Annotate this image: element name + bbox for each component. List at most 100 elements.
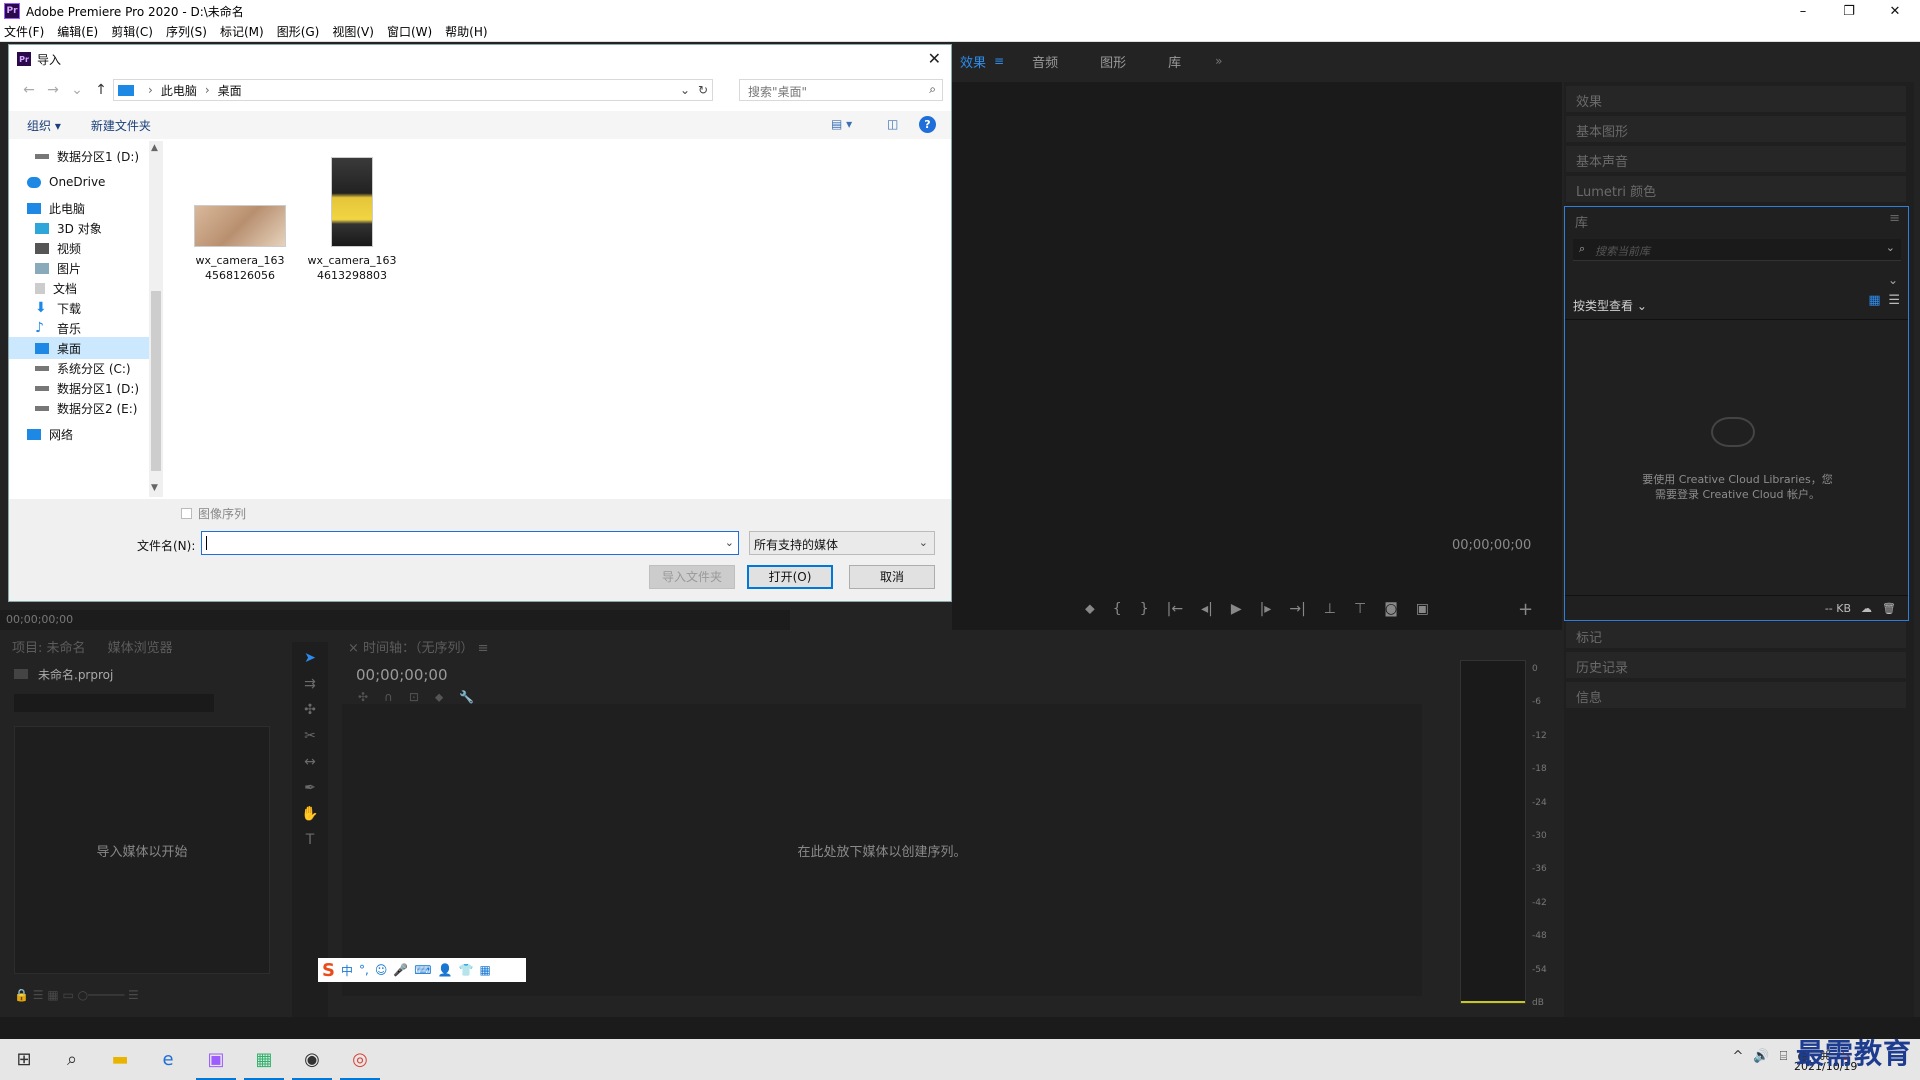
panel-lumetri-color[interactable]: Lumetri 颜色 [1566,176,1906,202]
dialog-search-input[interactable]: 搜索"桌面" ⌕ [739,79,943,101]
menu-icon[interactable]: ≡ [994,54,1004,68]
close-window-button[interactable]: ✕ [1872,0,1918,22]
extract-icon[interactable]: ⊤ [1354,601,1366,617]
project-search-input[interactable] [14,694,214,712]
play-icon[interactable]: ▶ [1231,601,1242,617]
search-icon[interactable]: ⌕ [48,1039,96,1080]
step-back-icon[interactable]: ◂| [1201,601,1213,617]
nav-music[interactable]: ♪ 音乐 [9,317,149,339]
tab-project[interactable]: 项目: 未命名 [12,641,86,656]
panel-info[interactable]: 信息 [1566,682,1906,708]
ripple-edit-tool-icon[interactable]: ✣ [304,702,316,718]
nav-scrollbar[interactable]: ▲ ▼ [149,141,163,497]
new-folder-button[interactable]: 新建文件夹 [91,117,151,134]
open-button[interactable]: 打开(O) [747,565,833,589]
nav-documents[interactable]: 文档 [9,277,149,299]
chrome-icon[interactable]: ◎ [336,1039,384,1080]
filetype-select[interactable]: 所有支持的媒体 ⌄ [749,531,935,555]
type-tool-icon[interactable]: T [306,832,315,848]
chevron-up-icon[interactable]: ^ [1732,1049,1743,1064]
menu-clip[interactable]: 剪辑(C) [111,23,153,40]
tab-graphics[interactable]: 图形 [1100,52,1126,71]
emoji-icon[interactable]: ☺ [375,963,388,977]
breadcrumb-desktop[interactable]: 桌面 [218,82,242,99]
sogou-icon[interactable]: S [322,960,335,981]
nav-drive-e[interactable]: 数据分区2 (E:) [9,397,149,419]
breadcrumb-this-pc[interactable]: 此电脑 [161,82,197,99]
mark-in-icon[interactable]: { [1113,601,1122,617]
nav-desktop[interactable]: 桌面 [9,337,149,359]
premiere-taskbar-icon[interactable]: ▣ [192,1039,240,1080]
address-bar[interactable]: › 此电脑 › 桌面 ⌄ ↻ [113,79,713,101]
menu-file[interactable]: 文件(F) [4,23,44,40]
preview-pane-icon[interactable]: ◫ [887,117,898,131]
edge-icon[interactable]: e [144,1039,192,1080]
tab-effects[interactable]: 效果 [960,52,986,71]
pen-tool-icon[interactable]: ✒ [304,780,316,796]
toolbox-icon[interactable]: ▦ [480,963,491,977]
view-by-type-dropdown[interactable]: 按类型查看 ⌄ [1573,297,1647,314]
user-icon[interactable]: 👤 [438,963,453,977]
punctuation-icon[interactable]: °, [359,963,369,977]
track-select-tool-icon[interactable]: ⇉ [304,676,316,692]
forward-icon[interactable]: → [41,82,65,98]
minimize-button[interactable]: – [1780,0,1826,22]
menu-graphics[interactable]: 图形(G) [277,23,320,40]
nav-drive-d[interactable]: 数据分区1 (D:) [9,377,149,399]
tab-audio[interactable]: 音频 [1032,52,1058,71]
menu-view[interactable]: 视图(V) [332,23,374,40]
project-drop-area[interactable]: 导入媒体以开始 [14,726,270,974]
timeline-timecode[interactable]: 00;00;00;00 [356,666,448,684]
image-sequence-checkbox[interactable]: 图像序列 [181,505,246,522]
keyboard-icon[interactable]: ⌨ [414,963,431,977]
change-view-icon[interactable]: ▤ ▾ [831,117,852,131]
chevron-down-icon[interactable]: ⌄ [680,83,690,97]
slip-tool-icon[interactable]: ↔ [304,754,316,770]
cloud-sync-icon[interactable]: ☁ [1861,602,1872,615]
import-folder-button[interactable]: 导入文件夹 [649,565,735,589]
menu-marker[interactable]: 标记(M) [220,23,264,40]
nav-drive-d-top[interactable]: 数据分区1 (D:) [9,145,149,167]
nav-network[interactable]: 网络 [9,423,149,445]
qq-icon[interactable]: ◉ [288,1039,336,1080]
app-taskbar-icon[interactable]: ▦ [240,1039,288,1080]
razor-tool-icon[interactable]: ✂ [304,728,316,744]
panel-markers[interactable]: 标记 [1566,622,1906,648]
lift-icon[interactable]: ⊥ [1324,601,1336,617]
menu-sequence[interactable]: 序列(S) [166,23,207,40]
organize-button[interactable]: 组织 ▾ [27,117,61,134]
library-search-input[interactable]: ⌕ 搜索当前库 ⌄ [1573,239,1901,261]
file-item[interactable]: wx_camera_163 4613298803 [297,149,407,283]
refresh-icon[interactable]: ↻ [698,83,708,97]
panel-essential-sound[interactable]: 基本声音 [1566,146,1906,172]
network-icon[interactable]: ⌸ [1780,1049,1788,1064]
compare-view-icon[interactable]: ▣ [1416,601,1429,617]
file-item[interactable]: wx_camera_163 4568126056 [185,149,295,283]
filename-input[interactable]: ⌄ [201,531,739,555]
mic-icon[interactable]: 🎤 [393,963,408,977]
add-marker-icon[interactable]: ⬥ [1085,601,1095,617]
nav-this-pc[interactable]: 此电脑 [9,197,149,219]
maximize-button[interactable]: ❐ [1826,0,1872,22]
menu-edit[interactable]: 编辑(E) [57,23,98,40]
nav-onedrive[interactable]: OneDrive [9,171,149,193]
panel-history[interactable]: 历史记录 [1566,652,1906,678]
dialog-close-button[interactable]: ✕ [928,49,941,68]
selection-tool-icon[interactable]: ➤ [304,650,316,666]
nav-videos[interactable]: 视频 [9,237,149,259]
file-explorer-icon[interactable]: ▬ [96,1039,144,1080]
chevron-down-icon[interactable]: ⌄ [725,536,734,549]
volume-icon[interactable]: 🔊 [1753,1049,1769,1064]
start-icon[interactable]: ⊞ [0,1039,48,1080]
nav-3d-objects[interactable]: 3D 对象 [9,217,149,239]
panel-effects[interactable]: 效果 [1566,86,1906,112]
timeline-drop-area[interactable]: 在此处放下媒体以创建序列。 [342,704,1422,996]
recent-chevron-icon[interactable]: ⌄ [65,82,89,98]
list-view-icon[interactable]: ☰ [1888,294,1900,307]
go-to-in-icon[interactable]: |← [1167,601,1183,617]
panel-menu-icon[interactable]: ≡ [1889,211,1900,226]
mark-out-icon[interactable]: } [1140,601,1149,617]
up-icon[interactable]: ↑ [89,82,113,98]
step-forward-icon[interactable]: |▸ [1260,601,1272,617]
tab-media-browser[interactable]: 媒体浏览器 [108,641,173,656]
